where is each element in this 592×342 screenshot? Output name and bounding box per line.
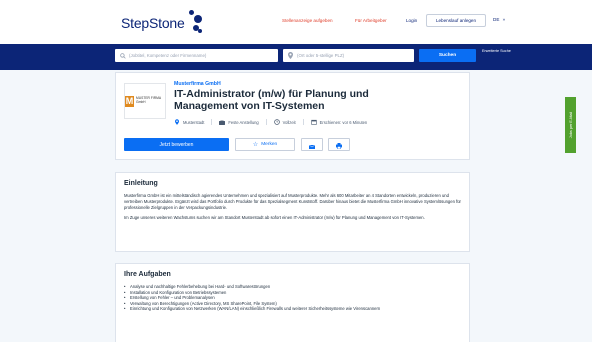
job-published: Erschienen: vor 6 Minuten [310, 119, 368, 125]
printer-icon [336, 136, 342, 154]
logo-dots-icon [187, 10, 205, 36]
apply-now-button[interactable]: Jetzt bewerben [124, 138, 229, 151]
advanced-search-link[interactable]: Erweiterte Suche [482, 49, 512, 54]
job-location: Musterstadt [174, 119, 204, 125]
location-search-placeholder: (Ort oder 5-stellige PLZ) [297, 53, 345, 58]
site-header: StepStone Stellenanzeige aufgeben Für Ar… [0, 0, 592, 44]
location-search-input[interactable]: (Ort oder 5-stellige PLZ) [283, 49, 414, 62]
search-button[interactable]: Suchen [419, 49, 476, 62]
job-worktime-text: Vollzeit [282, 119, 296, 125]
save-job-button[interactable]: ☆ Merken [235, 138, 295, 151]
tasks-list: Analyse und nachhaltige Fehlerbehebung b… [124, 284, 461, 312]
search-bar: (Jobtitel, Kompetenz oder Firmenname) (O… [0, 44, 592, 70]
email-share-button[interactable] [301, 138, 323, 151]
job-header-card: M MUSTER FIRMA GmbH Musterfirma GmbH IT-… [115, 72, 470, 160]
search-icon [119, 52, 126, 59]
introduction-paragraph: Musterfirma GmbH ist ein mittelständisch… [124, 193, 461, 210]
location-pin-icon [287, 52, 294, 59]
job-employment-type-text: Feste Anstellung [228, 119, 259, 125]
job-search-input[interactable]: (Jobtitel, Kompetenz oder Firmenname) [115, 49, 278, 62]
star-icon: ☆ [252, 142, 259, 148]
tasks-section: Ihre Aufgaben Analyse und nachhaltige Fe… [115, 263, 470, 342]
language-chevron-icon: » [502, 17, 506, 22]
company-name[interactable]: Musterfirma GmbH [174, 81, 221, 87]
jobs-per-email-label: Jobs per E-Mail [568, 111, 573, 139]
language-label: DE [493, 17, 500, 22]
save-job-label: Merken [261, 142, 278, 147]
envelope-icon [308, 136, 316, 154]
print-button[interactable] [328, 138, 350, 151]
language-selector[interactable]: DE » [493, 17, 505, 22]
post-job-link[interactable]: Stellenanzeige aufgeben [282, 17, 333, 24]
job-employment-type: Feste Anstellung [219, 119, 259, 125]
job-meta: Musterstadt Feste Anstellung Vollzeit Er… [174, 119, 374, 125]
meta-divider [265, 119, 267, 125]
job-search-placeholder: (Jobtitel, Kompetenz oder Firmenname) [129, 53, 207, 58]
logo-text: StepStone [121, 15, 185, 31]
stepstone-logo[interactable]: StepStone [121, 10, 205, 36]
login-link[interactable]: Login [406, 17, 417, 24]
tasks-heading: Ihre Aufgaben [124, 271, 171, 278]
introduction-heading: Einleitung [124, 180, 158, 187]
calendar-icon [310, 119, 317, 125]
meta-divider [302, 119, 304, 125]
job-worktime: Vollzeit [273, 119, 296, 125]
meta-divider [211, 119, 213, 125]
job-location-text: Musterstadt [183, 119, 205, 125]
company-logo-text: MUSTER FIRMA GmbH [136, 96, 161, 104]
company-logo-mark: M [125, 95, 135, 107]
list-item: Einrichtung und Konfiguration von Netzwe… [124, 306, 461, 312]
job-title: IT-Administrator (m/w) für Planung und M… [174, 88, 369, 112]
job-published-text: Erschienen: vor 6 Minuten [319, 119, 368, 125]
clock-icon [273, 119, 280, 125]
jobs-per-email-tab[interactable]: Jobs per E-Mail [565, 97, 576, 153]
create-cv-button[interactable]: Lebenslauf anlegen [426, 14, 486, 27]
employers-link[interactable]: Für Arbeitgeber [355, 17, 387, 24]
introduction-paragraph: Im Zuge unseres weiteren Wachstums suche… [124, 215, 425, 220]
briefcase-icon [219, 119, 226, 125]
location-pin-icon [174, 119, 180, 125]
company-logo: M MUSTER FIRMA GmbH [124, 83, 166, 119]
introduction-section: Einleitung Musterfirma GmbH ist ein mitt… [115, 172, 470, 252]
